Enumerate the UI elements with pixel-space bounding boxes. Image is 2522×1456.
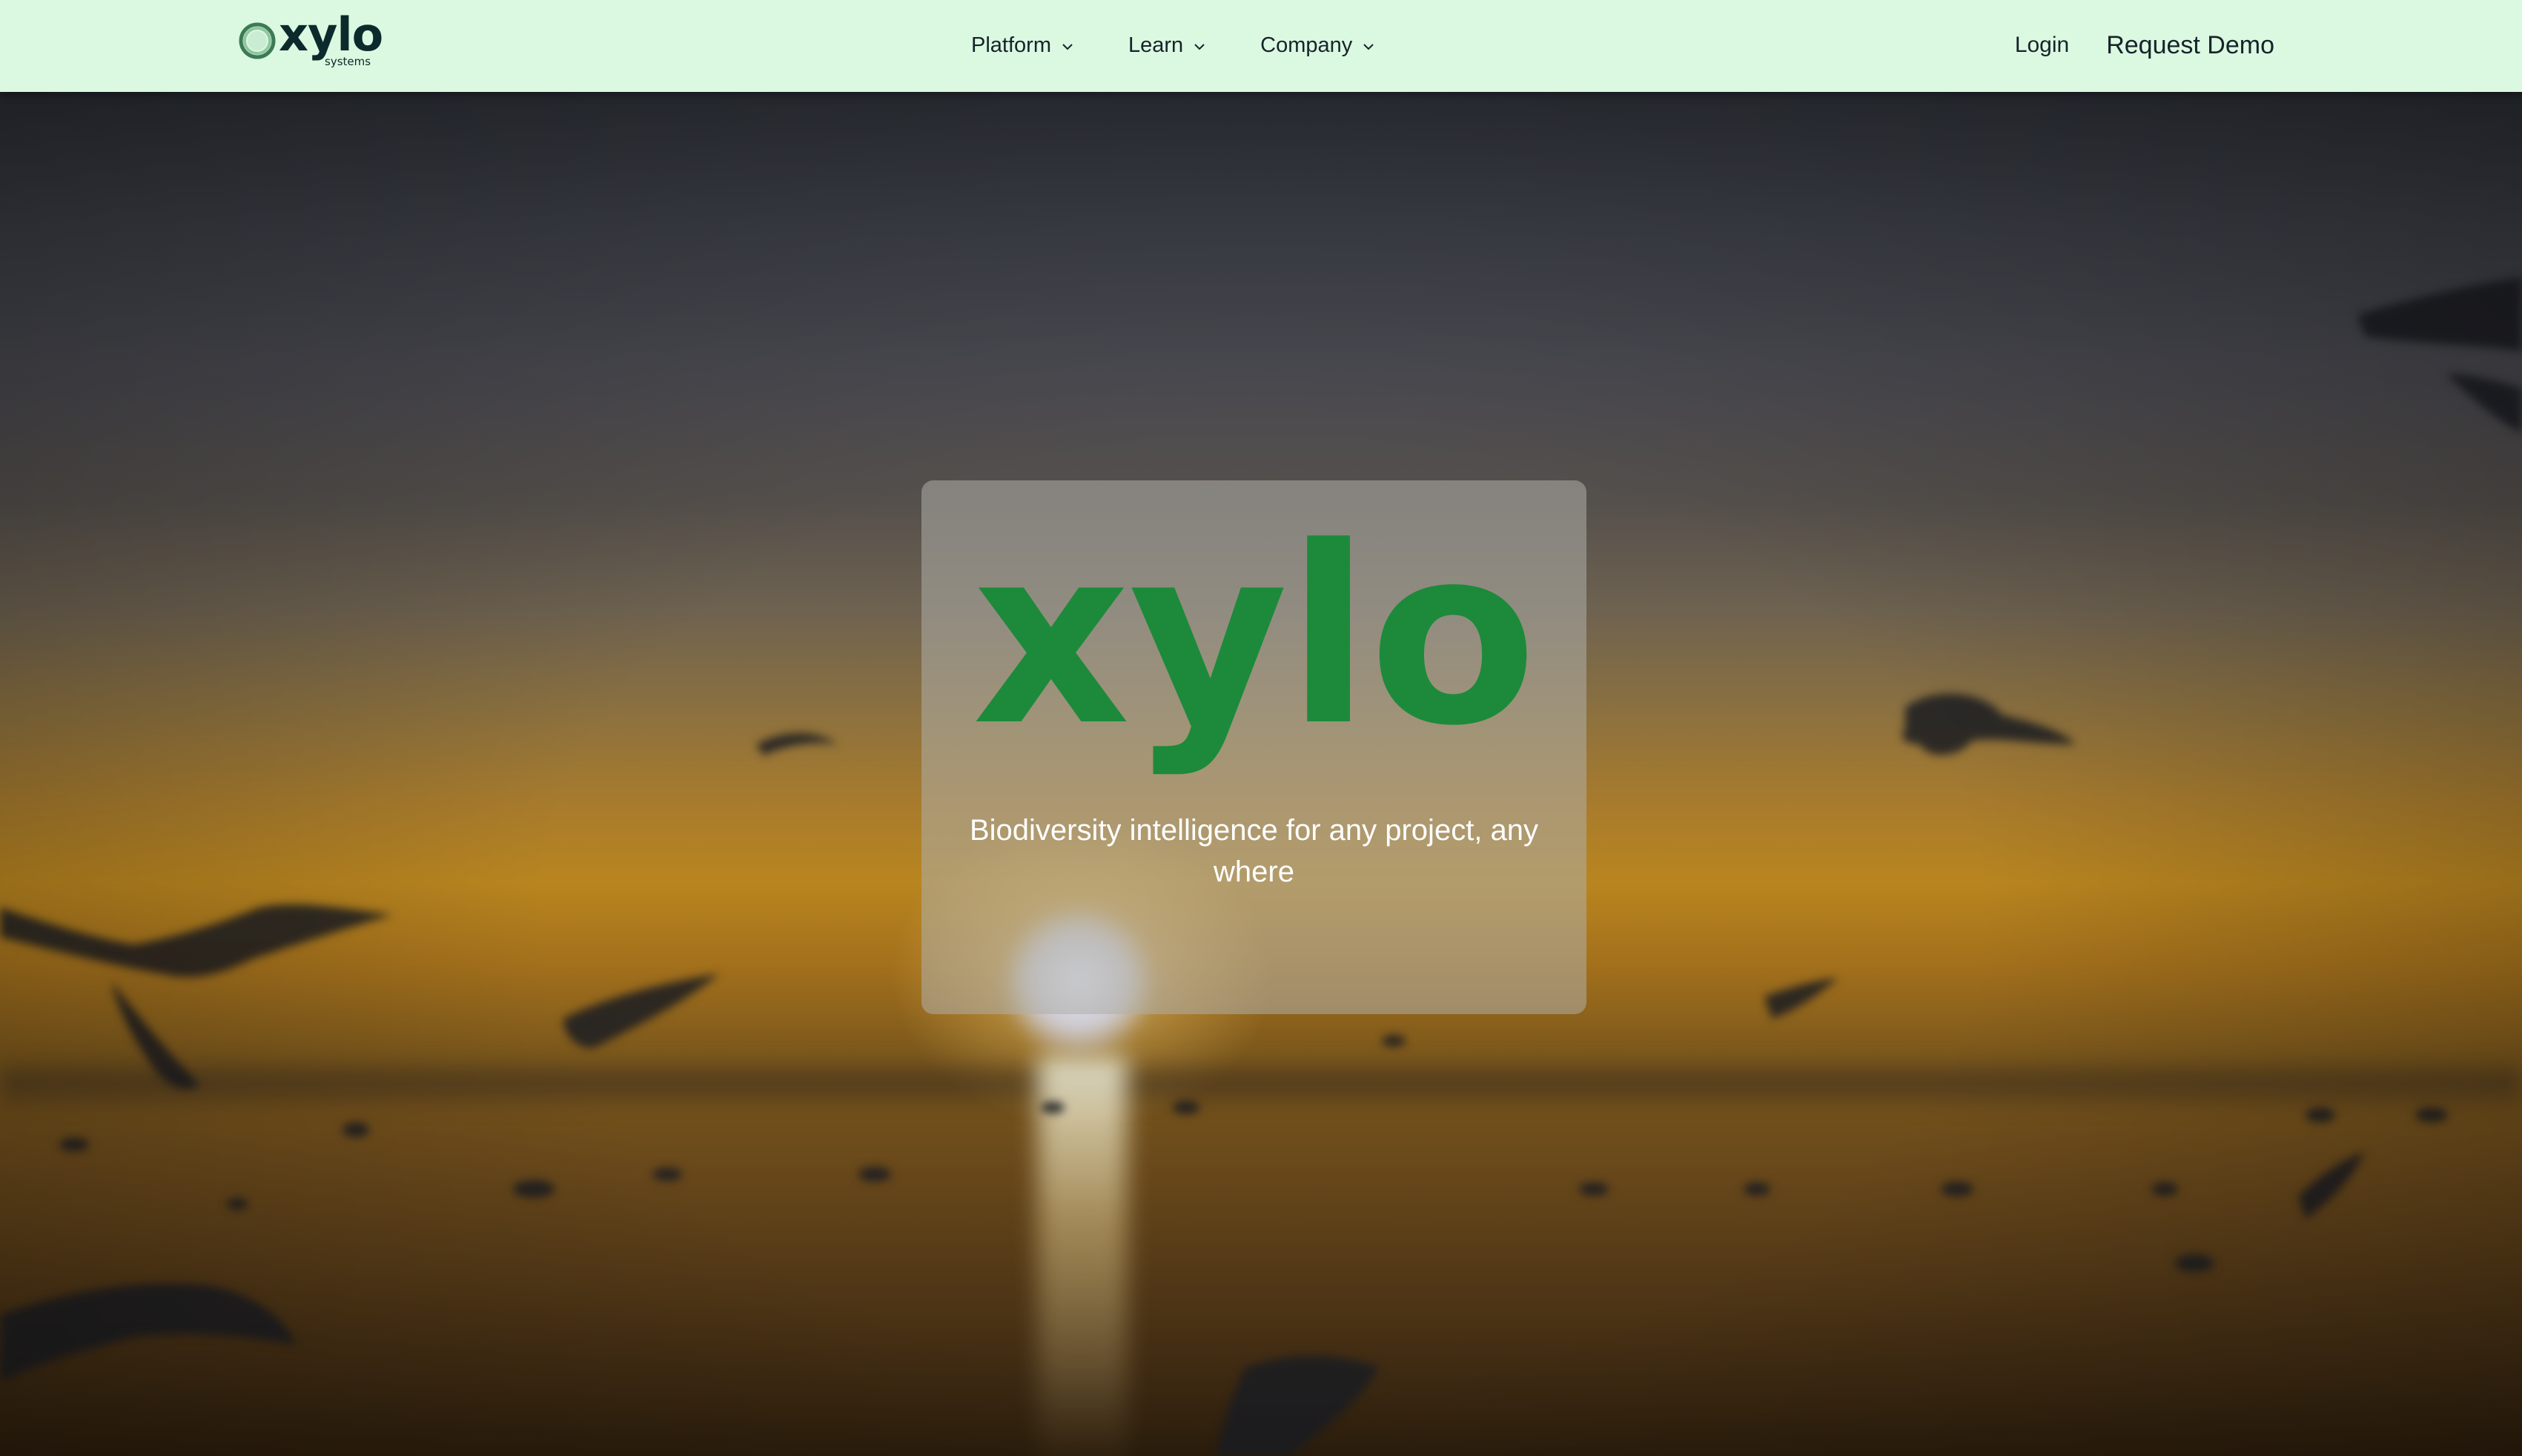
main-nav: Platform Learn Company [971, 27, 1376, 64]
logo-wordmark: xylo [279, 7, 383, 62]
nav-item-label: Learn [1128, 33, 1184, 57]
nav-item-label: Platform [971, 33, 1051, 57]
nav-item-learn[interactable]: Learn [1128, 33, 1207, 58]
hero-card: xylo Biodiversity intelligence for any p… [921, 480, 1586, 1014]
brand-logo-link[interactable]: xylo systems [237, 12, 383, 71]
hero-logo: xylo [972, 494, 1538, 779]
nav-actions: Login Request Demo [2015, 25, 2274, 65]
page: xylo systems Platform Learn Company Logi… [0, 0, 2522, 1456]
horizon-line [0, 1056, 2522, 1108]
chevron-down-icon [1062, 44, 1073, 50]
top-navbar: xylo systems Platform Learn Company Logi… [0, 0, 2522, 92]
login-link[interactable]: Login [2015, 33, 2069, 58]
request-demo-link[interactable]: Request Demo [2106, 31, 2274, 60]
sun-reflection [1038, 1056, 1127, 1456]
logo-ring-icon [239, 22, 276, 59]
hero-tagline: Biodiversity intelligence for any projec… [969, 814, 1539, 888]
nav-item-platform[interactable]: Platform [971, 33, 1075, 58]
chevron-down-icon [1363, 44, 1374, 50]
nav-item-company[interactable]: Company [1260, 33, 1376, 58]
logo-subword: systems [325, 55, 371, 68]
chevron-down-icon [1194, 44, 1205, 50]
nav-item-label: Company [1260, 33, 1353, 57]
